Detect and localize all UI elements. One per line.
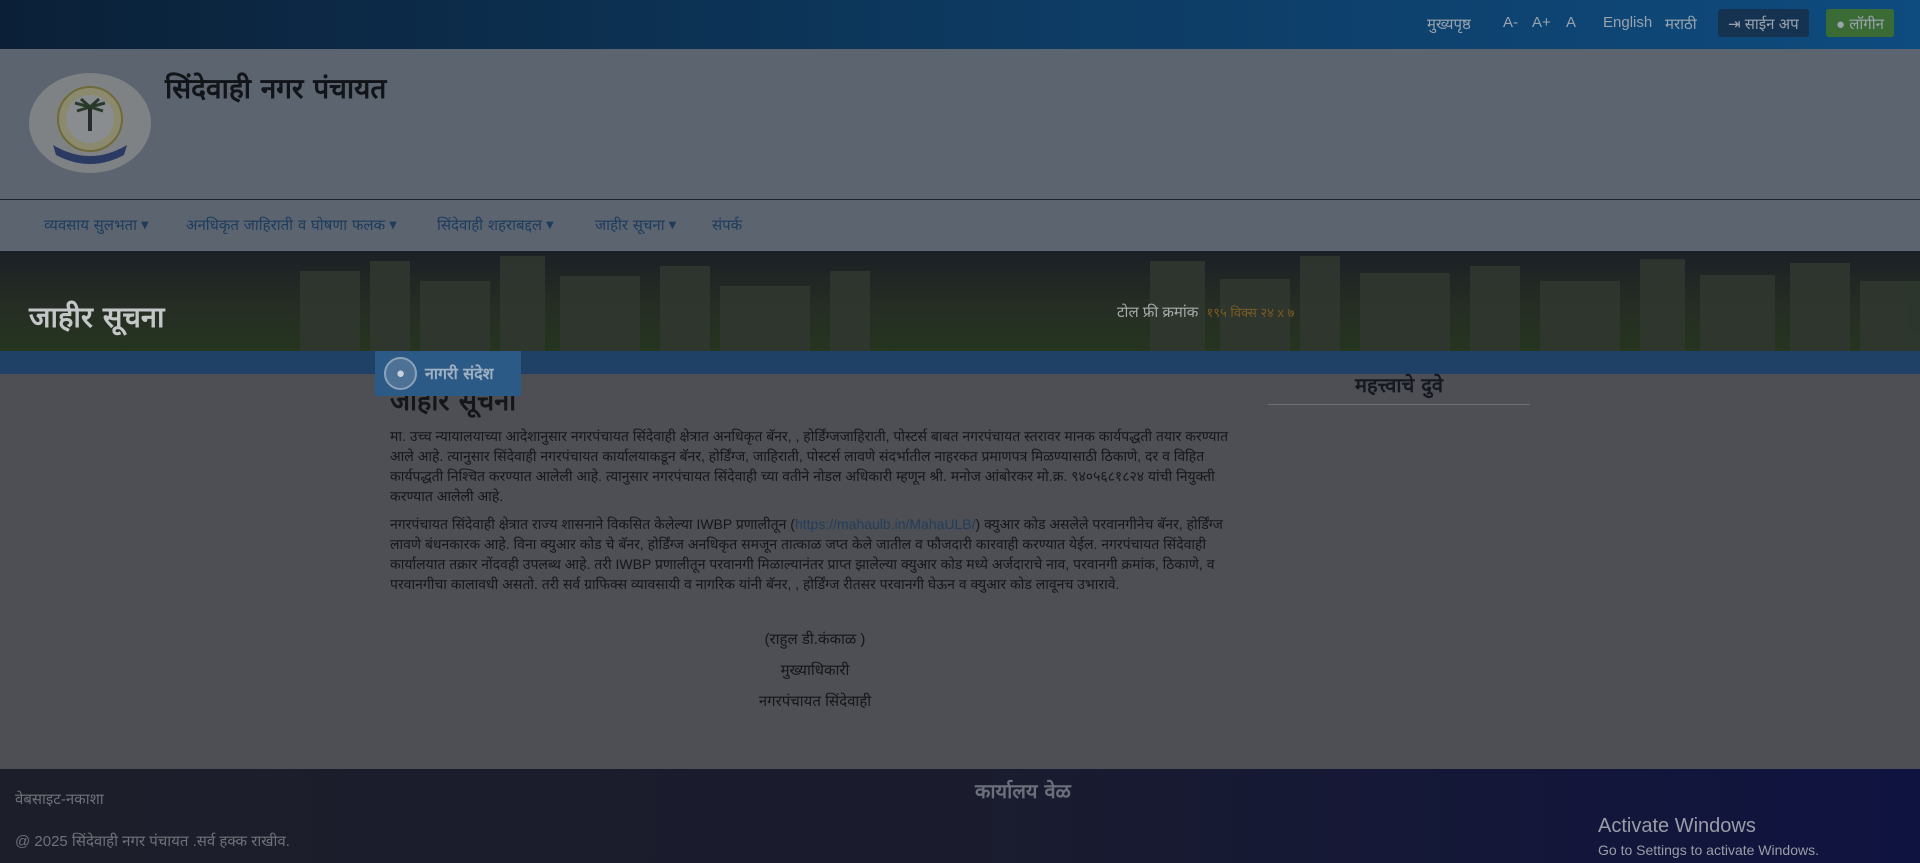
signature-block: (राहुल डी.कंकाळ ) मुख्याधिकारी नगरपंचायत…	[390, 624, 1240, 717]
nav-label: अनधिकृत जाहिराती व घोषणा फलक	[186, 216, 386, 234]
font-reset-button[interactable]: A	[1566, 14, 1576, 31]
nav-unauthorized-ads[interactable]: अनधिकृत जाहिराती व घोषणा फलक ▼	[186, 215, 397, 235]
font-increase-button[interactable]: A+	[1532, 14, 1551, 31]
activate-windows-title: Activate Windows	[1598, 815, 1756, 837]
city-skyline-image	[300, 256, 1920, 351]
notice-paragraph-1: मा. उच्च न्यायालयाच्या आदेशानुसार नगरपंच…	[390, 428, 1229, 504]
signatory-office: नगरपंचायत सिंदेवाही	[758, 693, 872, 710]
site-title: सिंदेवाही नगर पंचायत	[165, 72, 387, 105]
banner-title: जाहीर सूचना	[29, 300, 165, 334]
site-header: सिंदेवाही नगर पंचायत	[0, 49, 1920, 200]
font-decrease-button[interactable]: A-	[1503, 14, 1518, 31]
caret-down-icon: ▼	[389, 220, 397, 231]
nav-label: सिंदेवाही शहराबद्दल	[437, 216, 543, 234]
caret-down-icon: ▼	[546, 220, 554, 231]
nav-label: व्यवसाय सुलभता	[44, 216, 137, 234]
main-navigation: व्यवसाय सुलभता ▼ अनधिकृत जाहिराती व घोषणा…	[0, 200, 1920, 251]
login-label: लॉगीन	[1849, 16, 1884, 33]
page-banner: जाहीर सूचना टोल फ्री क्रमांक १९५ विक्स २…	[0, 251, 1920, 351]
english-language-link[interactable]: English	[1603, 14, 1652, 31]
blue-stripe	[0, 351, 1920, 374]
top-bar: मुख्यपृष्ठ A- A+ A English मराठी ⇥ साईन …	[0, 0, 1920, 49]
important-links-title: महत्त्वाचे दुवे	[1354, 373, 1443, 397]
signup-label: साईन अप	[1744, 16, 1799, 33]
caret-down-icon: ▼	[668, 220, 677, 231]
citizen-message-tag[interactable]: ● नागरी संदेश	[375, 351, 521, 396]
mahaulb-link[interactable]: https://mahaulb.in/MahaULB/	[795, 516, 976, 532]
citizen-message-label: नागरी संदेश	[425, 364, 494, 383]
nav-public-notice[interactable]: जाहीर सूचना ▼	[595, 215, 676, 235]
activate-windows-subtitle: Go to Settings to activate Windows.	[1598, 842, 1819, 858]
notice-paragraph-2: नगरपंचायत सिंदेवाही क्षेत्रात राज्य शासन…	[390, 514, 1235, 594]
nav-contact[interactable]: संपर्क	[712, 215, 742, 235]
signup-button[interactable]: ⇥ साईन अप	[1718, 9, 1809, 37]
nav-label: संपर्क	[712, 216, 743, 234]
notice-article: जाहीर सूचना मा. उच्च न्यायालयाच्या आदेशा…	[390, 386, 1235, 717]
nav-business-ease[interactable]: व्यवसाय सुलभता ▼	[44, 215, 149, 235]
users-icon: ●	[384, 357, 417, 390]
nav-label: जाहीर सूचना	[595, 216, 665, 234]
tollfree-label: टोल फ्री क्रमांक	[1117, 304, 1199, 321]
site-footer: वेबसाइट-नकाशा @ 2025 सिंदेवाही नगर पंचाय…	[0, 769, 1920, 863]
user-icon: ●	[1836, 16, 1846, 33]
signatory-name: (राहुल डी.कंकाळ )	[764, 631, 866, 648]
paragraph-text: नगरपंचायत सिंदेवाही क्षेत्रात राज्य शासन…	[390, 516, 795, 532]
sitemap-link[interactable]: वेबसाइट-नकाशा	[15, 789, 104, 809]
office-hours-title: कार्यालय वेळ	[975, 779, 1071, 803]
home-link[interactable]: मुख्यपृष्ठ	[1427, 14, 1471, 34]
sidebar-divider	[1268, 404, 1530, 405]
marathi-language-link[interactable]: मराठी	[1665, 14, 1697, 34]
copyright-text: @ 2025 सिंदेवाही नगर पंचायत .सर्व हक्क र…	[15, 833, 290, 850]
nav-about-city[interactable]: सिंदेवाही शहराबद्दल ▼	[437, 215, 554, 235]
caret-down-icon: ▼	[140, 220, 149, 231]
municipal-logo[interactable]	[29, 73, 151, 173]
tollfree-number: १९५ विक्स २४ x ७	[1206, 305, 1295, 320]
tollfree-info: टोल फ्री क्रमांक १९५ विक्स २४ x ७	[1117, 302, 1294, 322]
login-button[interactable]: ● लॉगीन	[1826, 9, 1894, 37]
signatory-designation: मुख्याधिकारी	[780, 662, 850, 679]
sign-in-icon: ⇥	[1728, 16, 1741, 33]
